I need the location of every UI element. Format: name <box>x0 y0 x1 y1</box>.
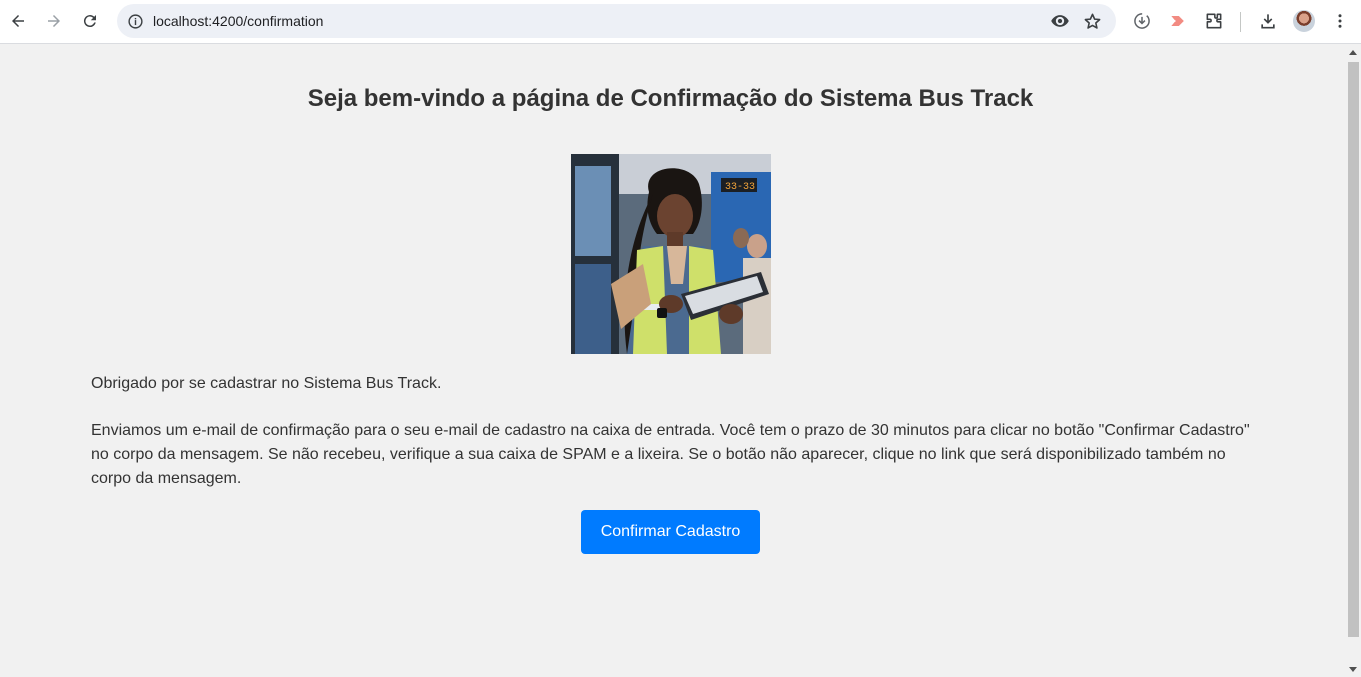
hero-image: 33-33 <box>571 154 771 354</box>
back-arrow-icon[interactable] <box>3 6 33 36</box>
toolbar-divider <box>1240 12 1241 32</box>
scroll-up-arrow-icon[interactable] <box>1349 50 1357 55</box>
kebab-menu-icon[interactable] <box>1325 6 1355 36</box>
page-title: Seja bem-vindo a página de Confirmação d… <box>307 85 1034 112</box>
reload-icon[interactable] <box>75 6 105 36</box>
url-text[interactable]: localhost:4200/confirmation <box>153 13 323 29</box>
instructions-text: Enviamos um e-mail de confirmação para o… <box>91 422 1250 487</box>
page-viewport: Seja bem-vindo a página de Confirmação d… <box>0 45 1346 677</box>
browser-toolbar: localhost:4200/confirmation <box>0 0 1361 44</box>
site-info-icon[interactable] <box>123 9 147 33</box>
download-icon[interactable] <box>1253 6 1283 36</box>
thanks-text: Obrigado por se cadastrar no Sistema Bus… <box>91 375 442 392</box>
star-icon[interactable] <box>1079 8 1105 34</box>
vertical-scrollbar[interactable] <box>1346 45 1361 677</box>
scroll-thumb[interactable] <box>1348 62 1359 637</box>
confirm-registration-button[interactable]: Confirmar Cadastro <box>581 510 760 554</box>
eye-icon[interactable] <box>1047 8 1073 34</box>
extension-cast-icon[interactable] <box>1163 6 1193 36</box>
scroll-down-arrow-icon[interactable] <box>1349 667 1357 672</box>
avatar[interactable] <box>1293 10 1315 32</box>
forward-arrow-icon[interactable] <box>39 6 69 36</box>
address-bar[interactable]: localhost:4200/confirmation <box>117 4 1116 38</box>
puzzle-icon[interactable] <box>1199 6 1229 36</box>
download-circle-icon[interactable] <box>1127 6 1157 36</box>
bus-sign: 33-33 <box>725 182 755 193</box>
